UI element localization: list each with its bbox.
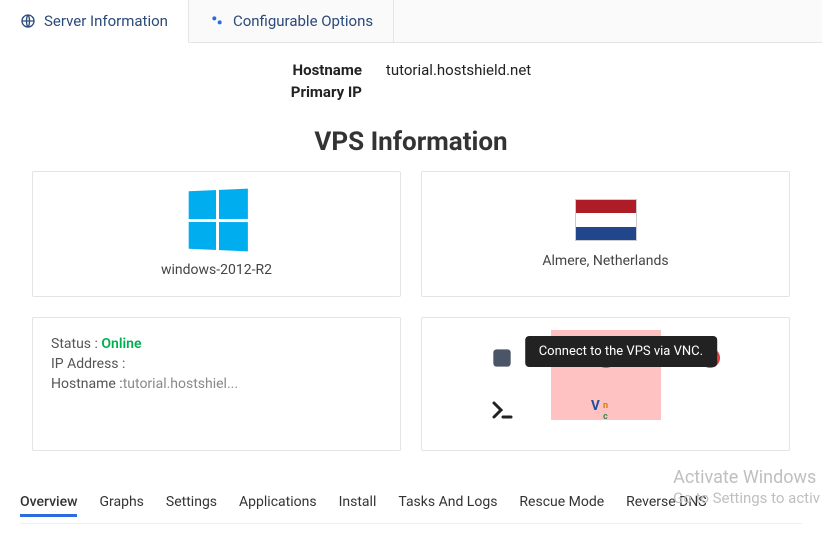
watermark-line1: Activate Windows <box>673 467 820 490</box>
primary-ip-label: Primary IP <box>291 83 362 101</box>
hostname-value: tutorial.hostshield.net <box>386 61 531 79</box>
hostname-label: Hostname <box>291 61 362 79</box>
status-value: Online <box>101 336 141 352</box>
primary-ip-value <box>386 83 531 101</box>
tab-settings[interactable]: Settings <box>166 494 217 517</box>
tab-server-information-label: Server Information <box>44 12 168 30</box>
server-info-block: Hostname tutorial.hostshield.net Primary… <box>0 43 822 109</box>
globe-icon <box>20 13 36 29</box>
actions-card: Connect to the VPS via VNC. Vnc <box>421 317 790 451</box>
windows-icon <box>188 189 247 252</box>
tab-install[interactable]: Install <box>339 494 377 517</box>
tab-overview[interactable]: Overview <box>20 494 77 517</box>
tab-configurable-options-label: Configurable Options <box>233 12 373 30</box>
ip-line: IP Address : <box>51 356 125 372</box>
vps-cards: windows-2012-R2 Almere, Netherlands Stat… <box>0 171 822 451</box>
hostname-label-2: Hostname : <box>51 376 123 392</box>
tab-applications[interactable]: Applications <box>239 494 317 517</box>
location-caption: Almere, Netherlands <box>542 253 668 269</box>
tab-tasks-and-logs[interactable]: Tasks And Logs <box>398 494 497 517</box>
status-card: Status : Online IP Address : Hostname :t… <box>32 317 401 451</box>
top-tabs: Server Information Configurable Options <box>0 0 822 43</box>
tab-reverse-dns[interactable]: Reverse DNS <box>626 494 706 517</box>
tab-configurable-options[interactable]: Configurable Options <box>189 0 394 42</box>
ip-label: IP Address : <box>51 356 125 372</box>
svg-text:n: n <box>603 401 608 411</box>
stop-button[interactable] <box>486 342 518 374</box>
vnc-tooltip: Connect to the VPS via VNC. <box>525 336 717 367</box>
os-card: windows-2012-R2 <box>32 171 401 297</box>
os-caption: windows-2012-R2 <box>161 262 272 278</box>
cogs-icon <box>209 13 225 29</box>
svg-text:V: V <box>591 398 600 414</box>
tab-rescue-mode[interactable]: Rescue Mode <box>519 494 604 517</box>
console-button[interactable] <box>486 394 518 426</box>
status-line: Status : Online <box>51 336 142 352</box>
placeholder-button <box>694 394 726 426</box>
vnc-button[interactable]: Vnc <box>590 394 622 426</box>
status-label: Status : <box>51 336 98 352</box>
section-title: VPS Information <box>0 127 822 157</box>
bottom-tabs: Overview Graphs Settings Applications In… <box>20 494 802 524</box>
svg-text:c: c <box>603 412 608 422</box>
tab-graphs[interactable]: Graphs <box>99 494 143 517</box>
tab-server-information[interactable]: Server Information <box>0 0 189 43</box>
hostname-value-2: tutorial.hostshiel... <box>123 376 238 392</box>
hostname-line: Hostname :tutorial.hostshiel... <box>51 376 238 392</box>
netherlands-flag-icon <box>575 199 637 241</box>
location-card: Almere, Netherlands <box>421 171 790 297</box>
